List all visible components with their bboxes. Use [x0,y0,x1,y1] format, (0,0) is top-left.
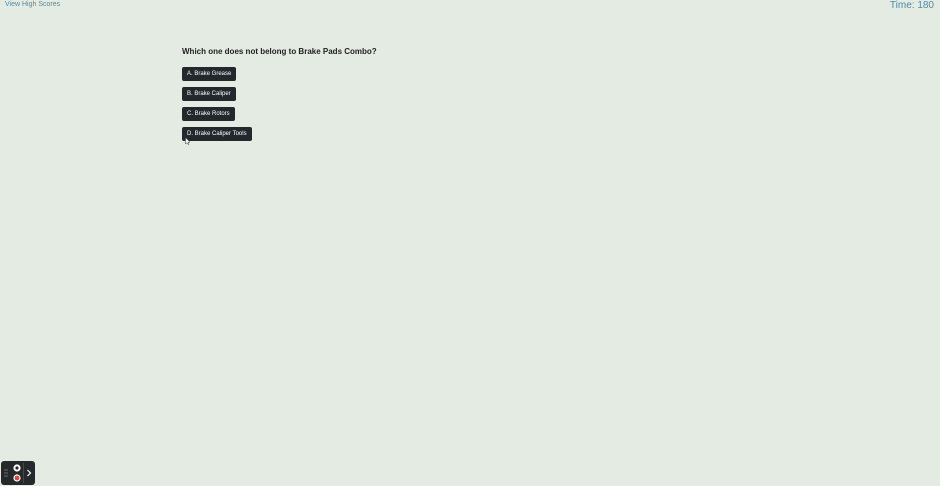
choice-d-button[interactable]: D. Brake Caliper Tools [182,127,252,141]
choice-b-button[interactable]: B. Brake Caliper [182,87,236,101]
drag-handle-icon[interactable] [1,461,10,485]
choice-a-button[interactable]: A. Brake Grease [182,67,237,81]
quiz-container: Which one does not belong to Brake Pads … [182,47,377,141]
mouse-cursor-icon [185,137,191,145]
chevron-right-icon [27,469,32,477]
view-high-scores-link[interactable]: View High Scores [5,1,60,8]
answer-choices: A. Brake Grease B. Brake Caliper C. Brak… [182,67,377,141]
expand-toolbar-button[interactable] [24,461,34,485]
record-icon[interactable] [12,474,21,482]
question-text: Which one does not belong to Brake Pads … [182,47,377,56]
timer-display: Time: 180 [889,0,934,11]
recorder-controls [10,461,23,485]
camera-icon[interactable] [12,464,21,472]
screen-recorder-widget [1,461,35,485]
choice-c-button[interactable]: C. Brake Rotors [182,107,235,121]
